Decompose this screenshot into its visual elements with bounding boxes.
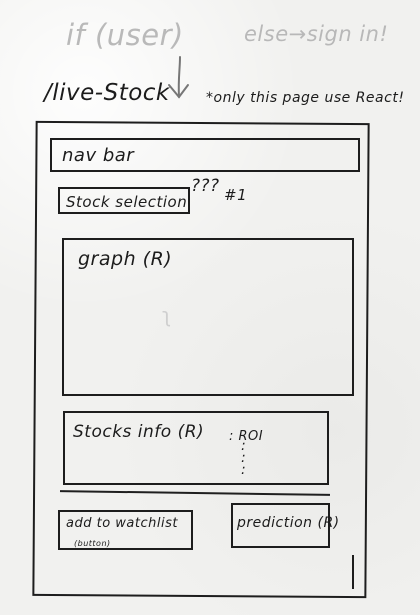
- nav-bar-label: nav bar: [62, 145, 135, 166]
- number-label: #1: [224, 186, 248, 204]
- else-sign-in-note: else→sign in!: [244, 22, 389, 46]
- smudge-icon: ʅ: [162, 303, 172, 327]
- bottom-line: [352, 555, 354, 589]
- react-note: *only this page use React!: [206, 90, 405, 106]
- stock-selection-box[interactable]: Stock selection: [58, 187, 190, 214]
- graph-label: graph (R): [78, 248, 173, 270]
- button-note: (button): [74, 539, 111, 548]
- nav-bar[interactable]: nav bar: [50, 138, 360, 172]
- add-to-watchlist-button[interactable]: add to watchlist (button): [58, 510, 193, 550]
- stock-selection-label: Stock selection: [66, 193, 188, 211]
- if-user-note: if (user): [66, 18, 184, 52]
- route-label: /live-Stock: [44, 80, 170, 106]
- more-items: : : :: [241, 438, 247, 478]
- question-marks: ???: [191, 176, 220, 196]
- prediction-box: prediction (R): [231, 503, 339, 548]
- graph-box: graph (R) ʅ: [62, 238, 354, 396]
- prediction-label: prediction (R): [237, 515, 340, 531]
- stocks-info-box: Stocks info (R): [63, 411, 329, 485]
- stocks-info-label: Stocks info (R): [73, 422, 205, 442]
- down-arrow-icon: [168, 56, 189, 99]
- add-to-watchlist-label: add to watchlist: [66, 516, 178, 531]
